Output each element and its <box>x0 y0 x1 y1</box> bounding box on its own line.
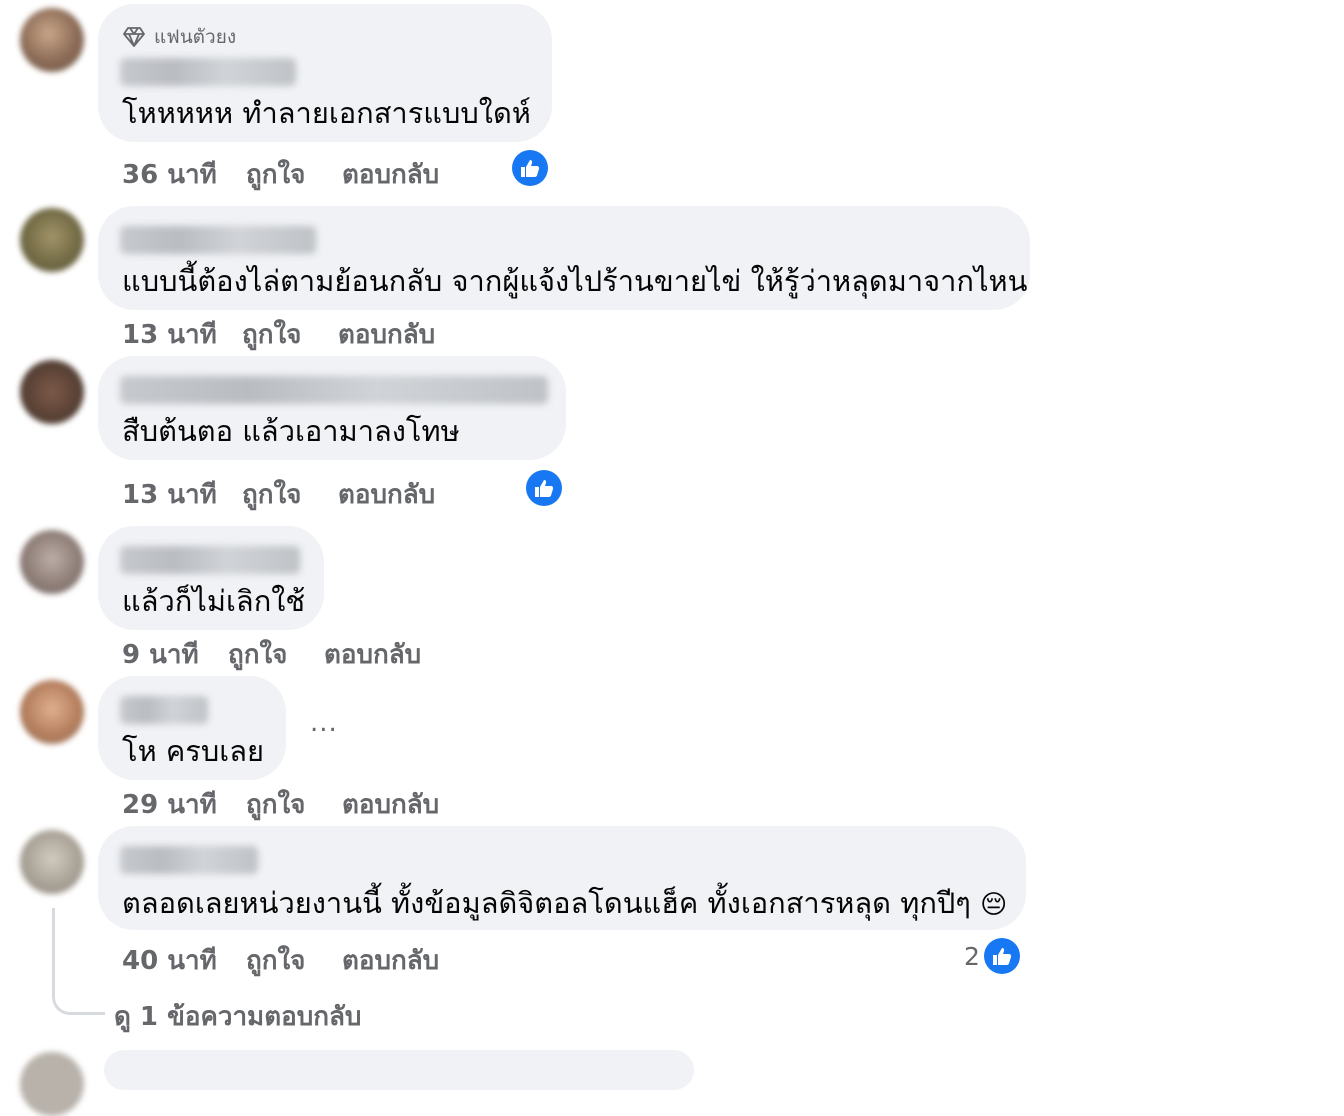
commenter-name[interactable] <box>120 226 316 254</box>
commenter-avatar[interactable] <box>20 680 84 744</box>
like-button[interactable]: ถูกใจ <box>246 784 305 825</box>
like-button[interactable]: ถูกใจ <box>228 634 287 675</box>
reply-button[interactable]: ตอบกลับ <box>342 154 439 195</box>
comment-bubble: แฟนตัวยง โหหหหห ทำลายเอกสารแบบใดห์ <box>98 4 552 142</box>
reply-button[interactable]: ตอบกลับ <box>338 474 435 515</box>
comment-text: แล้วก็ไม่เลิกใช้ <box>122 584 306 618</box>
comment-time[interactable]: 29 นาที <box>122 784 217 825</box>
reply-button[interactable]: ตอบกลับ <box>342 784 439 825</box>
comment-bubble: ตลอดเลยหน่วยงานนี้ ทั้งข้อมูลดิจิตอลโดนแ… <box>98 826 1026 930</box>
comment-time[interactable]: 13 นาที <box>122 474 217 515</box>
thumbs-up-icon <box>521 160 540 177</box>
like-button[interactable]: ถูกใจ <box>246 154 305 195</box>
commenter-name[interactable] <box>120 58 296 86</box>
comment-text: แบบนี้ต้องไล่ตามย้อนกลับ จากผู้แจ้งไปร้า… <box>122 264 1028 298</box>
like-reaction-icon[interactable] <box>512 150 548 186</box>
thumbs-up-icon <box>535 480 554 497</box>
like-button[interactable]: ถูกใจ <box>242 314 301 355</box>
like-button[interactable]: ถูกใจ <box>246 940 305 981</box>
diamond-icon <box>123 27 145 47</box>
commenter-avatar[interactable] <box>20 360 84 424</box>
commenter-name[interactable] <box>120 846 258 874</box>
comment-text: โห ครบเลย <box>122 734 264 768</box>
comment-text: ตลอดเลยหน่วยงานนี้ ทั้งข้อมูลดิจิตอลโดนแ… <box>122 880 1007 926</box>
commenter-avatar[interactable] <box>20 530 84 594</box>
reply-thread-line <box>52 908 105 1015</box>
more-options-button[interactable]: ... <box>310 708 338 738</box>
commenter-name[interactable] <box>120 696 208 724</box>
reply-button[interactable]: ตอบกลับ <box>342 940 439 981</box>
commenter-name[interactable] <box>120 546 300 574</box>
reply-button[interactable]: ตอบกลับ <box>338 314 435 355</box>
comment-bubble <box>104 1050 694 1090</box>
comment-text: โหหหหห ทำลายเอกสารแบบใดห์ <box>122 96 531 130</box>
badge-label: แฟนตัวยง <box>154 26 237 48</box>
like-button[interactable]: ถูกใจ <box>242 474 301 515</box>
comment-time[interactable]: 40 นาที <box>122 940 217 981</box>
top-fan-badge: แฟนตัวยง <box>122 22 236 52</box>
comment-bubble: แล้วก็ไม่เลิกใช้ <box>98 526 324 630</box>
commenter-avatar[interactable] <box>20 1052 84 1116</box>
comment-bubble: โห ครบเลย <box>98 676 286 780</box>
commenter-avatar[interactable] <box>20 8 84 72</box>
like-reaction-icon[interactable] <box>984 938 1020 974</box>
reply-button[interactable]: ตอบกลับ <box>324 634 421 675</box>
reaction-count[interactable]: 2 <box>964 942 980 971</box>
commenter-name[interactable] <box>120 376 548 404</box>
commenter-avatar[interactable] <box>20 830 84 894</box>
comment-time[interactable]: 9 นาที <box>122 634 199 675</box>
comment-bubble: สืบต้นตอ แล้วเอามาลงโทษ <box>98 356 566 460</box>
comment-text-body: ตลอดเลยหน่วยงานนี้ ทั้งข้อมูลดิจิตอลโดนแ… <box>122 886 971 920</box>
commenter-avatar[interactable] <box>20 208 84 272</box>
pensive-emoji: 😔 <box>980 890 1008 920</box>
like-reaction-icon[interactable] <box>526 470 562 506</box>
comment-bubble: แบบนี้ต้องไล่ตามย้อนกลับ จากผู้แจ้งไปร้า… <box>98 206 1030 310</box>
thumbs-up-icon <box>993 948 1012 965</box>
comment-time[interactable]: 36 นาที <box>122 154 217 195</box>
comment-text: สืบต้นตอ แล้วเอามาลงโทษ <box>122 414 460 448</box>
view-replies-link[interactable]: ดู 1 ข้อความตอบกลับ <box>114 996 361 1037</box>
comment-time[interactable]: 13 นาที <box>122 314 217 355</box>
